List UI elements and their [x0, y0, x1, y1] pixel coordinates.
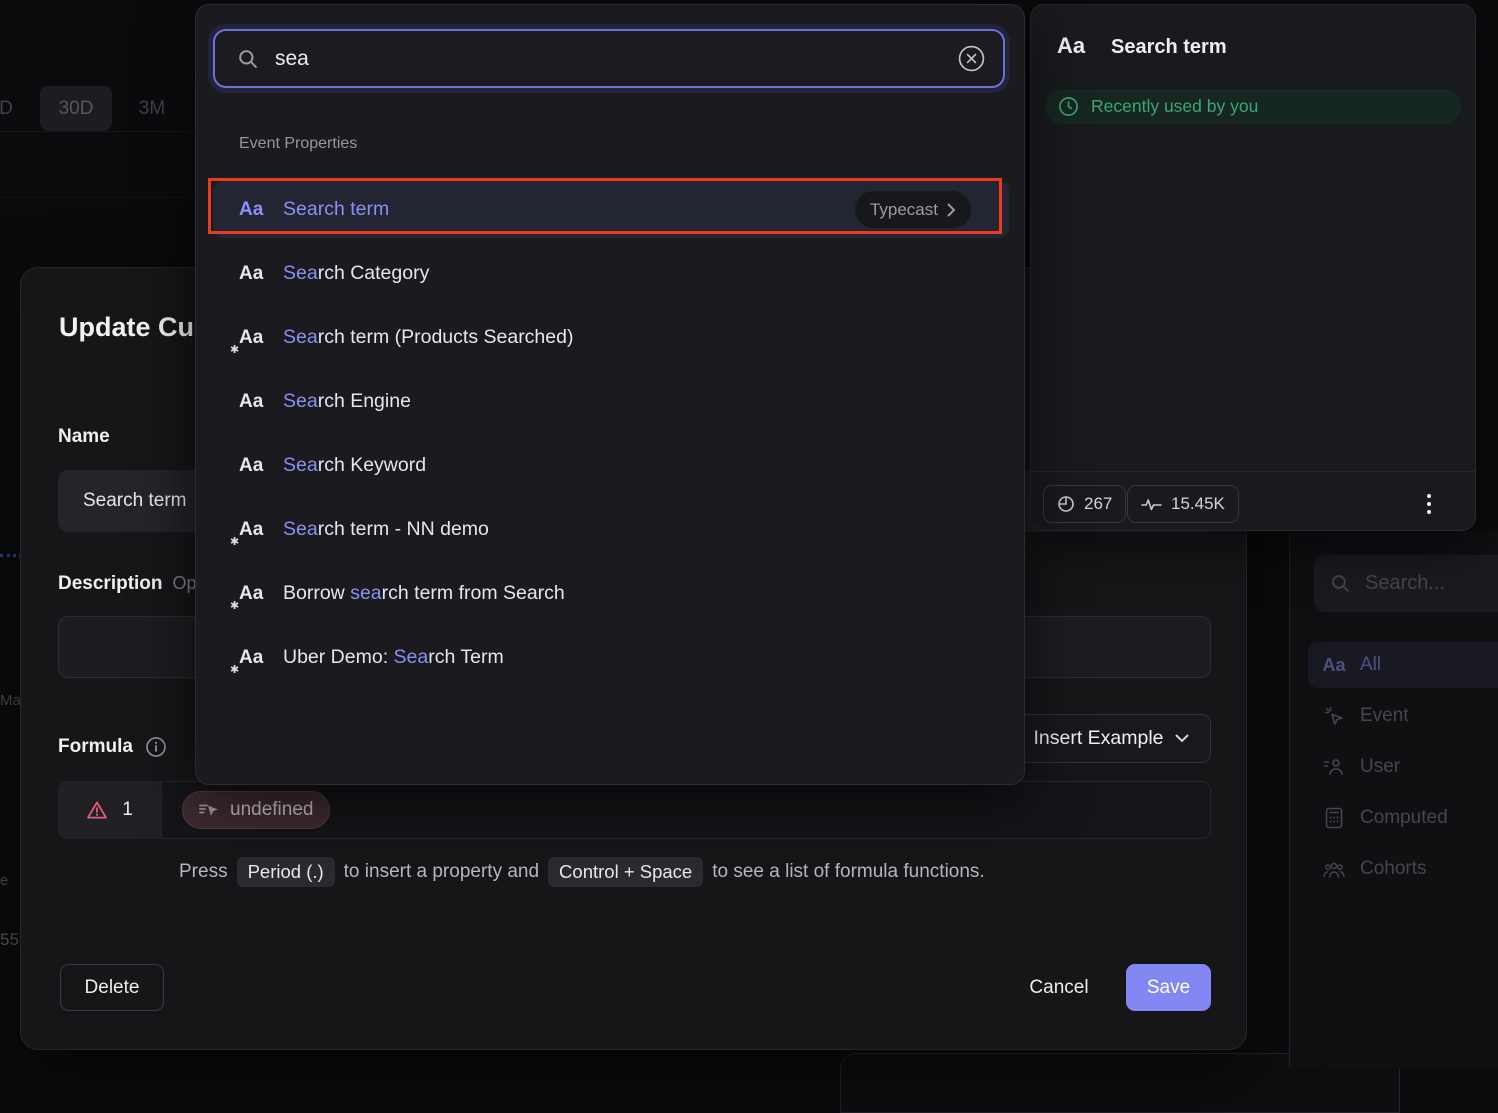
formula-token-pill[interactable]: undefined — [182, 791, 330, 829]
distinct-values-stat[interactable]: 267 — [1043, 485, 1126, 523]
type-text-icon: Aa — [239, 199, 271, 221]
result-label: Search Keyword — [283, 454, 426, 477]
calculator-icon — [1322, 807, 1346, 829]
volume-stat[interactable]: 15.45K — [1127, 485, 1239, 523]
pie-chart-icon — [1057, 495, 1075, 513]
timerange-button-7d[interactable]: D — [0, 86, 20, 131]
divider — [0, 131, 195, 132]
sidebar-search-box[interactable] — [1314, 555, 1498, 612]
delete-button[interactable]: Delete — [60, 964, 164, 1011]
custom-property-marker-icon: ✱ — [230, 663, 239, 676]
info-icon[interactable] — [145, 736, 167, 758]
search-result-1[interactable]: Aa Search term Typecast — [213, 181, 1009, 238]
search-result-4[interactable]: Aa Search Engine — [213, 373, 1009, 430]
kbd-period: Period (.) — [237, 857, 335, 887]
result-label: Search term (Products Searched) — [283, 326, 573, 349]
type-text-icon: Aa✱ — [239, 583, 271, 605]
property-type-sidebar: Aa All Event User Computed Cohorts — [1289, 531, 1498, 1068]
formula-editor[interactable]: undefined — [161, 781, 1211, 839]
search-results-list: Aa Search term Typecast Aa Search Catego… — [213, 181, 1009, 693]
property-title: Search term — [1111, 36, 1227, 59]
formula-hint: Press Period (.) to insert a property an… — [179, 857, 985, 887]
cohorts-group-icon — [1322, 861, 1346, 878]
search-result-2[interactable]: Aa Search Category — [213, 245, 1009, 302]
more-options-kebab-icon[interactable] — [1419, 489, 1439, 519]
divider — [1031, 471, 1475, 472]
event-cursor-icon — [1322, 705, 1346, 727]
cancel-button[interactable]: Cancel — [1009, 964, 1109, 1011]
chevron-down-icon — [1175, 734, 1189, 743]
result-label: Search Category — [283, 262, 429, 285]
timerange-button-30d[interactable]: 30D — [40, 86, 112, 131]
divider — [0, 197, 195, 198]
result-label: Search Engine — [283, 390, 411, 413]
error-count: 1 — [122, 799, 133, 821]
search-icon — [237, 48, 259, 70]
search-result-5[interactable]: Aa Search Keyword — [213, 437, 1009, 494]
formula-label: Formula — [58, 736, 133, 758]
type-text-icon: Aa — [239, 263, 271, 285]
search-result-7[interactable]: Aa✱ Borrow search term from Search — [213, 565, 1009, 622]
search-icon — [1330, 573, 1351, 594]
custom-property-marker-icon: ✱ — [230, 343, 239, 356]
result-label: Borrow search term from Search — [283, 582, 565, 605]
result-label: Search term - NN demo — [283, 518, 489, 541]
chart-axis-label-value: 55 — [0, 930, 19, 950]
modal-search-input[interactable] — [275, 47, 957, 71]
typecast-badge[interactable]: Typecast — [855, 191, 971, 228]
formula-error-count: 1 — [58, 781, 161, 839]
formula-token: undefined — [230, 799, 313, 821]
result-label: Uber Demo: Search Term — [283, 646, 504, 669]
property-detail-panel: Aa Search term Recently used by you 267 … — [1030, 4, 1476, 531]
type-text-icon: Aa✱ — [239, 519, 271, 541]
sidebar-item-event[interactable]: Event — [1308, 693, 1498, 739]
type-text-icon: Aa — [239, 455, 271, 477]
insert-example-button[interactable]: Insert Example — [1011, 714, 1211, 763]
sidebar-items: Aa All Event User Computed Cohorts — [1308, 642, 1498, 892]
search-result-6[interactable]: Aa✱ Search term - NN demo — [213, 501, 1009, 558]
sidebar-item-user[interactable]: User — [1308, 744, 1498, 790]
timerange-button-3m[interactable]: 3M — [116, 86, 188, 131]
type-text-icon: Aa✱ — [239, 327, 271, 349]
activity-pulse-icon — [1141, 498, 1162, 511]
sidebar-item-all[interactable]: Aa All — [1308, 642, 1498, 688]
type-text-icon: Aa — [239, 391, 271, 413]
property-search-modal: Event Properties Aa Search term Typecast… — [195, 4, 1025, 785]
result-label: Search term — [283, 198, 389, 221]
custom-property-marker-icon: ✱ — [230, 599, 239, 612]
chevron-right-icon — [947, 203, 956, 217]
custom-property-icon — [199, 802, 220, 818]
type-text-icon: Aa✱ — [239, 647, 271, 669]
search-result-8[interactable]: Aa✱ Uber Demo: Search Term — [213, 629, 1009, 686]
user-icon — [1322, 757, 1346, 777]
search-result-3[interactable]: Aa✱ Search term (Products Searched) — [213, 309, 1009, 366]
kbd-control-space: Control + Space — [548, 857, 703, 887]
warning-icon — [86, 800, 108, 820]
recently-used-badge: Recently used by you — [1045, 89, 1461, 124]
type-text-icon: Aa — [1057, 33, 1085, 59]
modal-search-box[interactable] — [213, 29, 1005, 88]
clock-icon — [1058, 96, 1079, 117]
chart-dotted-line — [0, 554, 22, 557]
save-button[interactable]: Save — [1126, 964, 1211, 1011]
clear-search-icon[interactable] — [957, 44, 986, 73]
sidebar-item-computed[interactable]: Computed — [1308, 795, 1498, 841]
sidebar-search-input[interactable] — [1365, 572, 1485, 595]
section-header: Event Properties — [239, 135, 357, 153]
type-text-icon: Aa — [1322, 655, 1346, 676]
name-label: Name — [58, 426, 110, 448]
sidebar-item-cohorts[interactable]: Cohorts — [1308, 846, 1498, 892]
chart-axis-label-partial: e — [0, 872, 8, 889]
custom-property-marker-icon: ✱ — [230, 535, 239, 548]
